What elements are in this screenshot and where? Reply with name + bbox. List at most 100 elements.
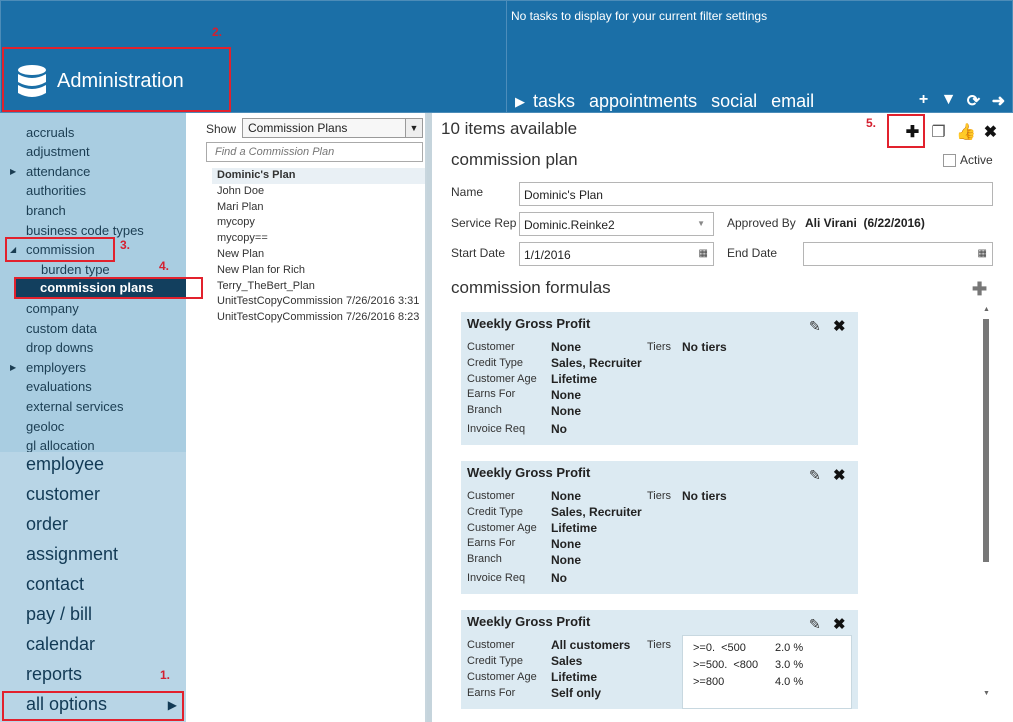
- start-date-field[interactable]: 1/1/2016 ▦: [519, 242, 714, 266]
- tier-range: >=0. <500: [693, 642, 746, 654]
- sidebar-item-drop-downs[interactable]: drop downs: [26, 340, 93, 355]
- invoice-req-label: Invoice Req: [467, 572, 526, 584]
- sidebar-item-custom-data[interactable]: custom data: [26, 321, 97, 336]
- items-count: 10 items available: [441, 119, 578, 138]
- list-item[interactable]: UnitTestCopyCommission 7/26/2016 8:23: [212, 310, 425, 326]
- close-icon[interactable]: ✖: [982, 122, 999, 142]
- end-date-field[interactable]: ▦: [803, 242, 993, 266]
- arrow-right-icon[interactable]: ➜: [990, 91, 1007, 111]
- play-icon[interactable]: ▶: [515, 94, 525, 110]
- list-item[interactable]: Terry_TheBert_Plan: [212, 279, 425, 295]
- tab-email[interactable]: email: [771, 91, 814, 112]
- calendar-icon[interactable]: ▦: [699, 248, 708, 259]
- show-dropdown[interactable]: Commission Plans ▼: [242, 118, 423, 138]
- tab-appointments[interactable]: appointments: [589, 91, 697, 112]
- list-item[interactable]: Dominic's Plan: [212, 168, 425, 184]
- nav-reports[interactable]: reports: [26, 664, 82, 685]
- service-rep-select[interactable]: Dominic.Reinke2 ▼: [519, 212, 714, 236]
- sidebar-item-employers[interactable]: employers: [26, 360, 86, 375]
- header-divider: [506, 1, 507, 114]
- scroll-thumb[interactable]: [983, 319, 989, 562]
- customer-age-value: Lifetime: [551, 521, 598, 535]
- tab-tasks[interactable]: tasks: [533, 91, 575, 112]
- refresh-icon[interactable]: ⟳: [965, 91, 982, 111]
- thumbs-up-icon[interactable]: 👍: [956, 122, 976, 142]
- list-item[interactable]: John Doe: [212, 184, 425, 200]
- pencil-icon[interactable]: ✎: [809, 318, 821, 335]
- sidebar-item-business-code-types[interactable]: business code types: [26, 223, 144, 238]
- sidebar-item-accruals[interactable]: accruals: [26, 125, 74, 140]
- delete-icon[interactable]: ✖: [833, 615, 846, 633]
- list-item[interactable]: New Plan for Rich: [212, 263, 425, 279]
- pencil-icon[interactable]: ✎: [809, 616, 821, 633]
- sidebar-item-company[interactable]: company: [26, 301, 79, 316]
- delete-icon[interactable]: ✖: [833, 317, 846, 335]
- list-item[interactable]: mycopy==: [212, 231, 425, 247]
- active-label: Active: [960, 153, 993, 167]
- search-input[interactable]: [206, 142, 423, 162]
- pencil-icon[interactable]: ✎: [809, 467, 821, 484]
- customer-value: None: [551, 489, 581, 503]
- expand-arrow-icon[interactable]: ▶: [10, 167, 16, 176]
- nav-assignment[interactable]: assignment: [26, 544, 118, 565]
- sidebar-item-burden-type[interactable]: burden type: [41, 262, 110, 277]
- sidebar-item-authorities[interactable]: authorities: [26, 183, 86, 198]
- main-nav: employee customer order assignment conta…: [0, 452, 186, 722]
- start-date-value: 1/1/2016: [524, 248, 571, 262]
- scroll-down-icon[interactable]: ▼: [983, 690, 990, 697]
- start-date-label: Start Date: [451, 246, 506, 260]
- branch-value: None: [551, 553, 581, 567]
- credit-type-value: Sales, Recruiter: [551, 356, 642, 370]
- sidebar-item-attendance[interactable]: attendance: [26, 164, 90, 179]
- tier-percent: 3.0 %: [775, 659, 804, 671]
- sidebar-item-adjustment[interactable]: adjustment: [26, 144, 90, 159]
- tiers-table: >=0. <500 2.0 % >=500. <800 3.0 % >=800 …: [682, 635, 852, 709]
- duplicate-icon[interactable]: ❐: [930, 122, 947, 142]
- earns-for-label: Earns For: [467, 537, 516, 549]
- nav-pay-bill[interactable]: pay / bill: [26, 604, 92, 625]
- add-formula-icon[interactable]: ✚: [972, 279, 987, 300]
- sidebar-item-geoloc[interactable]: geoloc: [26, 419, 64, 434]
- annotation-box-2: [2, 47, 231, 112]
- list-item[interactable]: New Plan: [212, 247, 425, 263]
- sidebar-item-evaluations[interactable]: evaluations: [26, 379, 92, 394]
- sidebar-item-branch[interactable]: branch: [26, 203, 66, 218]
- tiers-label: Tiers: [647, 341, 672, 353]
- add-task-icon[interactable]: +: [915, 91, 932, 111]
- sidebar: accruals adjustment ▶ attendance authori…: [0, 113, 202, 722]
- formula-scrollbar[interactable]: ▲ ▼: [983, 306, 990, 701]
- tiers-label: Tiers: [647, 490, 672, 502]
- name-field[interactable]: Dominic's Plan: [519, 182, 993, 206]
- header-nav: ▶ tasks appointments social email: [515, 91, 828, 112]
- annotation-number: 3.: [120, 238, 131, 252]
- list-item[interactable]: mycopy: [212, 215, 425, 231]
- customer-value: All customers: [551, 638, 631, 652]
- formula-title: Weekly Gross Profit: [467, 614, 591, 629]
- plan-detail: 10 items available ✚ ❐ 👍 ✖ commission pl…: [432, 113, 1013, 722]
- list-item[interactable]: Mari Plan: [212, 200, 425, 216]
- scroll-up-icon[interactable]: ▲: [983, 306, 990, 313]
- checkbox-icon: [943, 153, 956, 167]
- nav-employee[interactable]: employee: [26, 454, 104, 475]
- annotation-number: 2.: [212, 25, 223, 39]
- active-checkbox[interactable]: Active: [943, 153, 993, 167]
- calendar-icon[interactable]: ▦: [978, 248, 987, 259]
- sidebar-item-external-services[interactable]: external services: [26, 399, 124, 414]
- sidebar-item-gl-allocation[interactable]: gl allocation: [26, 438, 95, 453]
- nav-order[interactable]: order: [26, 514, 68, 535]
- tab-social[interactable]: social: [711, 91, 757, 112]
- customer-age-value: Lifetime: [551, 670, 598, 684]
- earns-for-value: None: [551, 388, 581, 402]
- nav-contact[interactable]: contact: [26, 574, 84, 595]
- delete-icon[interactable]: ✖: [833, 466, 846, 484]
- nav-customer[interactable]: customer: [26, 484, 100, 505]
- list-item[interactable]: UnitTestCopyCommission 7/26/2016 3:31: [212, 294, 425, 310]
- annotation-number: 1.: [160, 668, 171, 682]
- branch-value: None: [551, 404, 581, 418]
- annotation-box-4: [14, 277, 203, 299]
- filter-icon[interactable]: ▼: [940, 91, 957, 111]
- approved-by-label: Approved By: [727, 216, 796, 230]
- nav-calendar[interactable]: calendar: [26, 634, 95, 655]
- expand-arrow-icon[interactable]: ▶: [10, 363, 16, 372]
- earns-for-value: None: [551, 537, 581, 551]
